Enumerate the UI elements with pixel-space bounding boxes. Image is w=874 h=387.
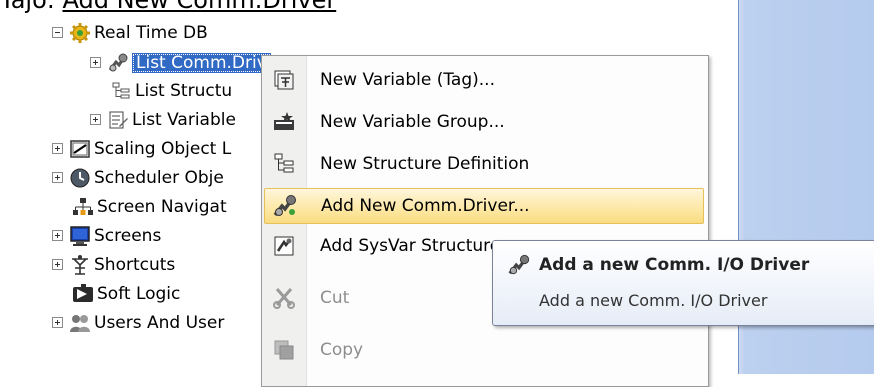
menu-item-label: New Variable (Tag)... [320,70,495,90]
scaling-icon [70,139,90,158]
expand-icon[interactable] [52,230,63,241]
soft-logic-icon [73,283,93,302]
header-prefix: Tajo: [0,0,63,14]
tree-item-list-comm-drivers[interactable]: List Comm.Driv [90,48,271,77]
sysvar-icon [274,236,294,256]
tree-item-label: List Variable [132,109,236,130]
structure-icon [112,82,130,98]
structure-icon [274,153,294,173]
tree-item-label: Soft Logic [97,283,181,304]
comm-driver-icon [108,53,128,71]
tree-item-screens[interactable]: Screens [52,221,161,250]
expand-icon[interactable] [52,172,63,183]
tree-item-label: Shortcuts [94,254,176,275]
menu-item-label: Add New Comm.Driver... [321,196,530,216]
expand-icon[interactable] [90,57,101,68]
tree-item-label: Real Time DB [94,22,208,43]
tree-item-users[interactable]: Users And User [52,308,224,337]
tree-item-label: Screen Navigat [97,196,227,217]
comm-driver-icon [508,254,530,275]
collapse-icon[interactable] [52,27,63,38]
tooltip: Add a new Comm. I/O Driver Add a new Com… [492,240,874,326]
tooltip-title-text: Add a new Comm. I/O Driver [539,255,810,275]
menu-item-add-comm-driver[interactable]: Add New Comm.Driver... [264,188,704,224]
comm-driver-icon [273,195,296,217]
users-icon [70,314,90,332]
menu-item-new-variable-group[interactable]: New Variable Group... [264,104,704,140]
tree-item-real-time-db[interactable]: Real Time DB [52,18,208,47]
tree-item-shortcuts[interactable]: Shortcuts [52,250,175,279]
menu-item-label: Copy [320,340,364,360]
menu-item-copy[interactable]: Copy [264,332,704,368]
menu-item-new-structure[interactable]: New Structure Definition [264,146,704,182]
clock-icon [70,168,90,187]
copy-icon [274,340,294,360]
expand-icon[interactable] [52,259,63,270]
scissors-icon [273,288,295,309]
tree-item-list-structures[interactable]: List Structu [110,76,232,105]
tooltip-description: Add a new Comm. I/O Driver [539,291,768,310]
expand-icon[interactable] [52,317,63,328]
context-menu: New Variable (Tag)... New Variable Group… [261,55,709,387]
menu-item-label: Add SysVar Structure... [320,236,517,256]
expand-icon[interactable] [90,114,101,125]
tree-item-scaling-objects[interactable]: Scaling Object L [52,134,231,163]
tree-item-label: List Comm.Driv [132,52,271,73]
menu-item-label: New Structure Definition [320,154,530,174]
tree-item-list-variables[interactable]: List Variable [90,105,236,134]
navigation-icon [73,197,93,215]
tooltip-title: Add a new Comm. I/O Driver [507,253,809,277]
tree-item-scheduler-objects[interactable]: Scheduler Obje [52,163,224,192]
tree-item-screen-navigation[interactable]: Screen Navigat [72,192,227,221]
tree-item-label: Users And User [94,312,225,333]
tree-item-soft-logic[interactable]: Soft Logic [72,279,180,308]
tree-item-label: Scheduler Obje [94,167,224,188]
variables-list-icon [109,111,128,128]
menu-item-new-variable[interactable]: New Variable (Tag)... [264,62,704,98]
variable-group-icon [274,112,294,130]
header-link[interactable]: Add New Comm.Driver [62,0,336,14]
gear-icon [70,22,90,43]
expand-icon[interactable] [52,143,63,154]
tag-icon [274,70,294,90]
monitor-icon [70,225,90,246]
menu-item-label: New Variable Group... [320,112,505,132]
shortcuts-icon [72,254,88,275]
menu-item-label: Cut [320,288,350,308]
tree-item-label: Screens [94,225,162,246]
tree-item-label: List Structu [135,80,233,101]
tree-item-label: Scaling Object L [94,138,232,159]
